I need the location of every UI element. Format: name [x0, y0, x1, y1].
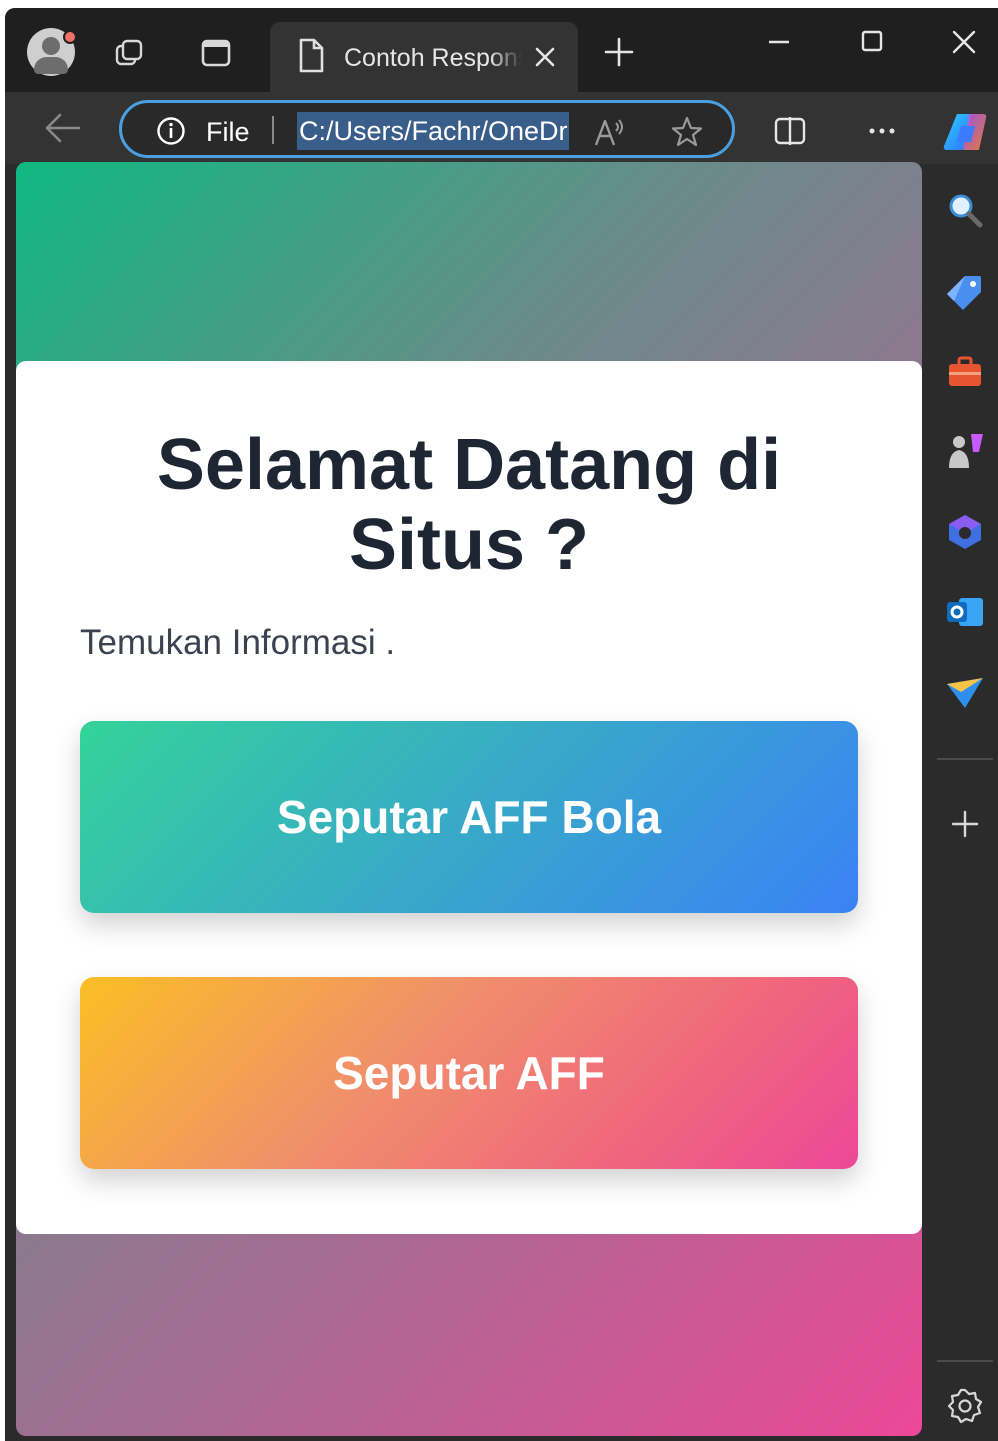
tools-icon[interactable]: [945, 352, 985, 392]
tab-actions-icon[interactable]: [199, 36, 233, 70]
document-icon: [299, 38, 324, 73]
workspaces-icon[interactable]: [113, 36, 147, 70]
info-icon[interactable]: [156, 116, 186, 146]
maximize-icon[interactable]: [848, 18, 896, 66]
welcome-card: Selamat Datang di Situs ? Temukan Inform…: [16, 361, 922, 1234]
search-icon[interactable]: [945, 190, 985, 230]
browser-window: Contoh Responsive File: [5, 8, 998, 1441]
page-viewport: Selamat Datang di Situs ? Temukan Inform…: [16, 162, 922, 1436]
read-aloud-icon[interactable]: [592, 115, 626, 149]
games-icon[interactable]: [945, 430, 985, 470]
tab-active[interactable]: Contoh Responsive: [270, 22, 578, 92]
edge-sidebar: [923, 164, 998, 1441]
sidebar-divider: [937, 758, 993, 760]
scheme-label: File: [206, 117, 250, 147]
split-screen-icon[interactable]: [773, 114, 807, 148]
aff-bola-button[interactable]: Seputar AFF Bola: [80, 721, 858, 913]
close-window-icon[interactable]: [940, 18, 988, 66]
tab-bar: Contoh Responsive: [5, 8, 998, 92]
page-title: Selamat Datang di Situs ?: [156, 425, 782, 585]
copilot-icon[interactable]: [939, 108, 991, 156]
page-subtitle: Temukan Informasi .: [80, 623, 396, 662]
profile-avatar[interactable]: [27, 28, 77, 76]
address-toolbar: File C:/Users/Fachr/OneDrive/Desktop/ind…: [5, 92, 998, 164]
settings-icon[interactable]: [945, 1386, 985, 1426]
address-separator: [272, 116, 274, 144]
favorite-star-icon[interactable]: [670, 115, 704, 149]
aff-button[interactable]: Seputar AFF: [80, 977, 858, 1169]
add-icon[interactable]: [945, 804, 985, 844]
new-tab-icon[interactable]: [603, 36, 635, 68]
drop-icon[interactable]: [945, 672, 985, 712]
back-arrow-icon[interactable]: [43, 110, 83, 146]
url-text[interactable]: C:/Users/Fachr/OneDrive/Desktop/index.ht…: [297, 112, 569, 150]
tab-close-icon[interactable]: [532, 44, 558, 70]
shopping-tag-icon[interactable]: [945, 272, 985, 312]
sidebar-divider-bottom: [937, 1360, 993, 1362]
notification-dot: [63, 30, 77, 44]
more-options-icon[interactable]: [865, 114, 899, 148]
office-icon[interactable]: [945, 512, 985, 552]
minimize-icon[interactable]: [755, 18, 803, 66]
outlook-icon[interactable]: [945, 592, 985, 632]
address-bar[interactable]: File C:/Users/Fachr/OneDrive/Desktop/ind…: [119, 100, 735, 158]
tab-title: Contoh Responsive: [344, 44, 522, 72]
